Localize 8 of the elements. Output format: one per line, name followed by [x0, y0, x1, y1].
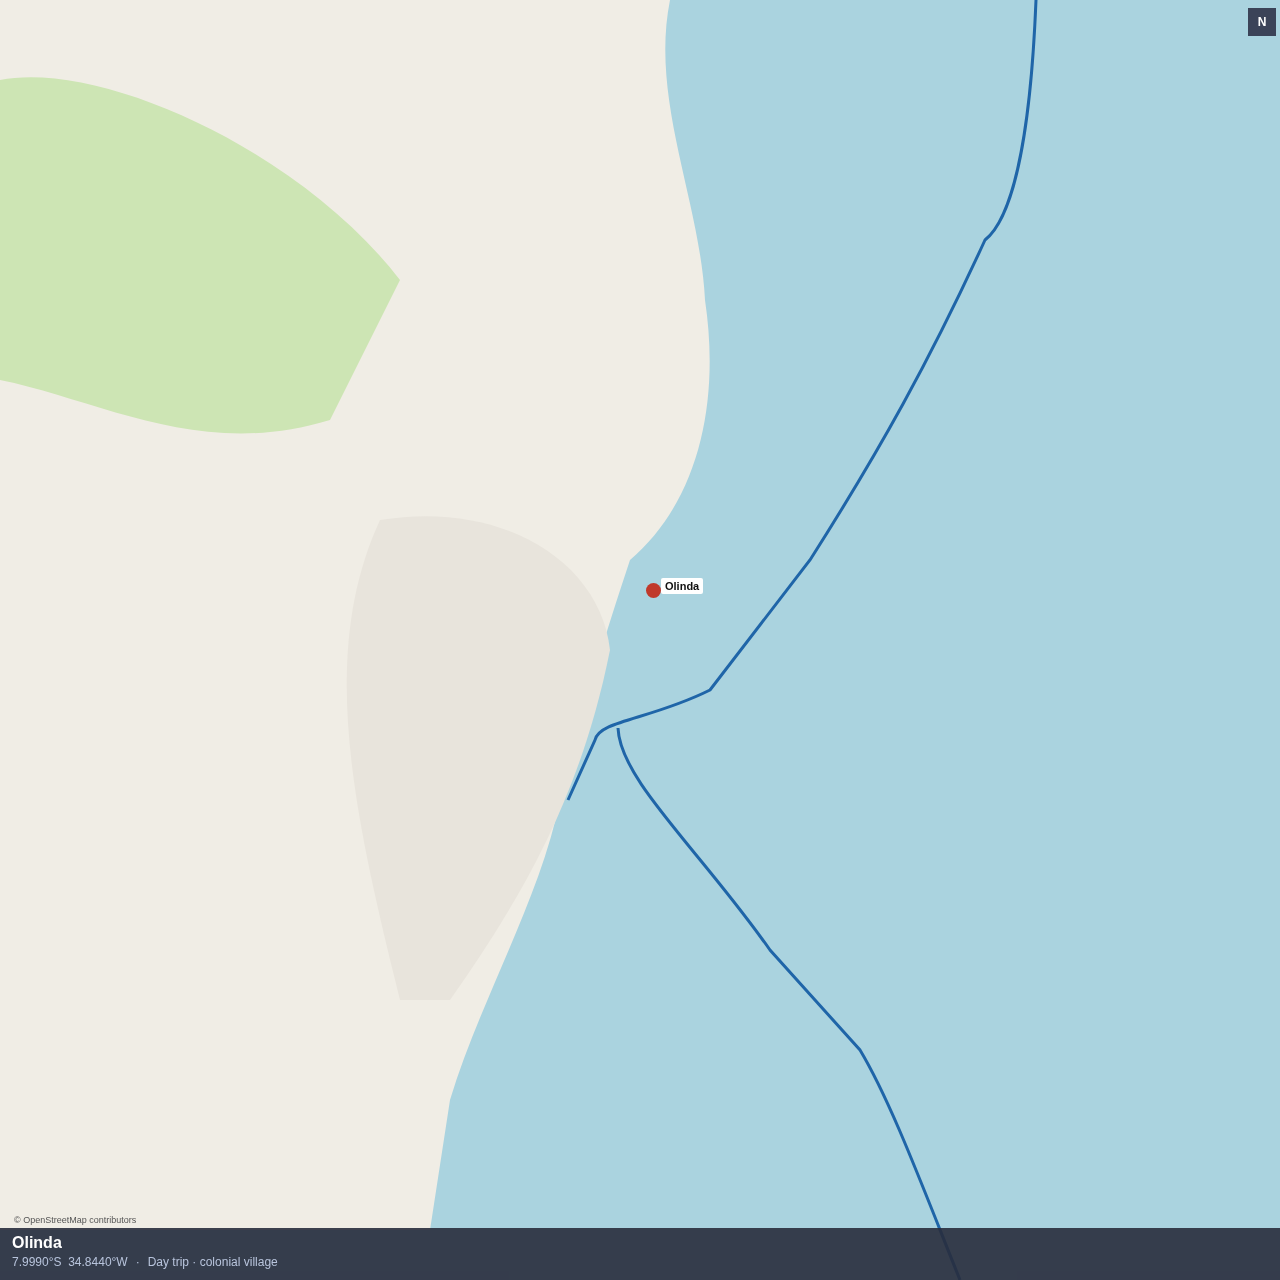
place-description: Day trip · colonial village [147, 1255, 278, 1269]
place-title: Olinda [12, 1234, 63, 1252]
map-attribution: © OpenStreetMap contributors [14, 1215, 137, 1225]
location-marker[interactable] [646, 583, 661, 598]
separator-text: · [135, 1255, 140, 1269]
coordinates-text: 7.9990°S 34.8440°W [12, 1255, 128, 1269]
marker-label: Olinda [661, 578, 704, 594]
compass-indicator[interactable]: N [1248, 8, 1276, 36]
